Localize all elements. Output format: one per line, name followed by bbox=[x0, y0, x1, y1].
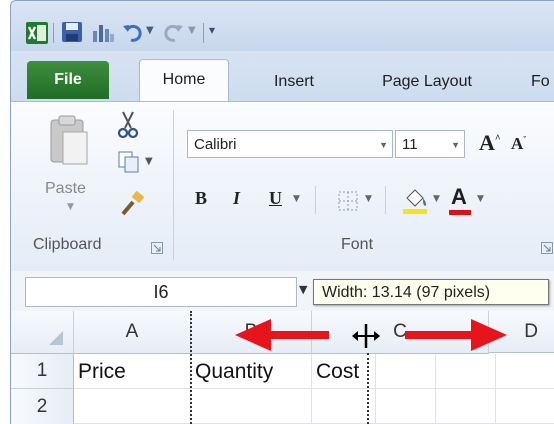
cell-f1[interactable] bbox=[496, 354, 554, 389]
column-width-tooltip: Width: 13.14 (97 pixels) bbox=[313, 279, 549, 305]
select-all-triangle-icon bbox=[49, 331, 63, 345]
font-color-button[interactable]: A bbox=[451, 184, 467, 210]
row-header-1[interactable]: 1 bbox=[11, 354, 74, 389]
bold-button[interactable]: B bbox=[195, 188, 207, 209]
group-separator bbox=[173, 110, 174, 260]
excel-logo-icon[interactable] bbox=[25, 21, 49, 45]
save-icon[interactable] bbox=[61, 21, 83, 43]
tab-insert[interactable]: Insert bbox=[259, 65, 329, 99]
qat-separator bbox=[53, 23, 54, 43]
underline-dropdown-icon[interactable]: ▼ bbox=[293, 194, 300, 204]
worksheet-grid[interactable]: A B C D 1 2 Price Quantity Cost bbox=[11, 311, 554, 424]
redo-icon[interactable] bbox=[163, 21, 185, 43]
font-size-value: 11 bbox=[402, 136, 418, 153]
shrink-font-letter: A bbox=[511, 134, 524, 153]
customize-qat-icon[interactable]: ▾ bbox=[209, 23, 215, 37]
fill-color-dropdown-icon[interactable]: ▼ bbox=[433, 194, 440, 204]
cell-f2[interactable] bbox=[496, 389, 554, 424]
copy-icon[interactable] bbox=[117, 150, 141, 174]
font-group-label: Font bbox=[341, 236, 374, 253]
name-box[interactable]: I6 bbox=[25, 277, 297, 307]
tab-home[interactable]: Home bbox=[139, 59, 229, 102]
excel-window: ▼ ▼ ▾ File Home Insert Page Layout Fo Pa… bbox=[10, 0, 554, 424]
redo-dropdown-icon[interactable]: ▼ bbox=[188, 25, 196, 36]
resize-guide-left bbox=[190, 311, 192, 424]
font-name-dropdown-icon[interactable]: ▼ bbox=[379, 131, 388, 159]
cell-e1[interactable] bbox=[436, 354, 496, 389]
name-box-dropdown-icon[interactable]: ▼ bbox=[299, 283, 307, 296]
italic-button[interactable]: I bbox=[233, 188, 240, 209]
shrink-font-button[interactable]: Aˇ bbox=[511, 134, 526, 154]
cell-d1[interactable] bbox=[376, 354, 436, 389]
clipboard-group-label: Clipboard bbox=[33, 236, 102, 253]
tab-formulas[interactable]: Fo bbox=[531, 65, 554, 99]
undo-icon[interactable] bbox=[121, 21, 143, 43]
cell-a1[interactable]: Price bbox=[74, 354, 191, 389]
right-arrow-icon bbox=[405, 319, 507, 351]
select-all-corner[interactable] bbox=[11, 311, 74, 354]
ribbon-home: Paste ▼ ▼ Clipboard Calibri ▼ 11 ▼ A^ Aˇ… bbox=[11, 101, 554, 273]
column-header-a[interactable]: A bbox=[74, 311, 191, 354]
title-bar: ▼ ▼ ▾ bbox=[11, 1, 554, 51]
undo-dropdown-icon[interactable]: ▼ bbox=[146, 25, 154, 36]
fill-color-icon[interactable] bbox=[401, 186, 431, 216]
tab-file[interactable]: File bbox=[27, 61, 109, 99]
row-header-2[interactable]: 2 bbox=[11, 389, 74, 424]
resize-guide-right bbox=[367, 353, 369, 424]
font-separator bbox=[315, 186, 316, 214]
cell-e2[interactable] bbox=[436, 389, 496, 424]
copy-dropdown-icon[interactable]: ▼ bbox=[145, 156, 153, 167]
font-size-box[interactable]: 11 ▼ bbox=[395, 130, 465, 158]
font-name-box[interactable]: Calibri ▼ bbox=[187, 130, 393, 158]
font-launcher-icon[interactable] bbox=[541, 242, 553, 254]
grow-font-button[interactable]: A^ bbox=[479, 130, 501, 156]
cell-d2[interactable] bbox=[376, 389, 436, 424]
underline-button[interactable]: U bbox=[269, 188, 282, 209]
cell-b1[interactable]: Quantity bbox=[191, 354, 312, 389]
font-separator-2 bbox=[385, 186, 386, 214]
font-name-value: Calibri bbox=[194, 136, 237, 153]
clipboard-launcher-icon[interactable] bbox=[151, 242, 163, 254]
left-arrow-icon bbox=[235, 319, 329, 351]
ribbon-tabs: File Home Insert Page Layout Fo bbox=[11, 51, 554, 102]
borders-icon[interactable] bbox=[337, 190, 359, 212]
cell-a2[interactable] bbox=[74, 389, 191, 424]
paste-icon[interactable] bbox=[47, 114, 91, 168]
font-color-swatch bbox=[449, 210, 471, 215]
paste-dropdown-icon[interactable]: ▼ bbox=[67, 202, 74, 212]
font-size-dropdown-icon[interactable]: ▼ bbox=[451, 131, 460, 159]
grow-font-letter: A bbox=[479, 130, 495, 155]
cut-icon[interactable] bbox=[115, 110, 141, 140]
borders-dropdown-icon[interactable]: ▼ bbox=[365, 194, 372, 204]
chart-icon[interactable] bbox=[91, 21, 115, 43]
format-painter-icon[interactable] bbox=[119, 190, 147, 218]
font-color-dropdown-icon[interactable]: ▼ bbox=[477, 194, 484, 204]
paste-label[interactable]: Paste bbox=[45, 180, 86, 198]
cell-b2[interactable] bbox=[191, 389, 312, 424]
tab-page-layout[interactable]: Page Layout bbox=[367, 65, 487, 99]
column-resize-cursor-icon bbox=[352, 324, 380, 348]
qat-separator-2 bbox=[203, 23, 204, 43]
